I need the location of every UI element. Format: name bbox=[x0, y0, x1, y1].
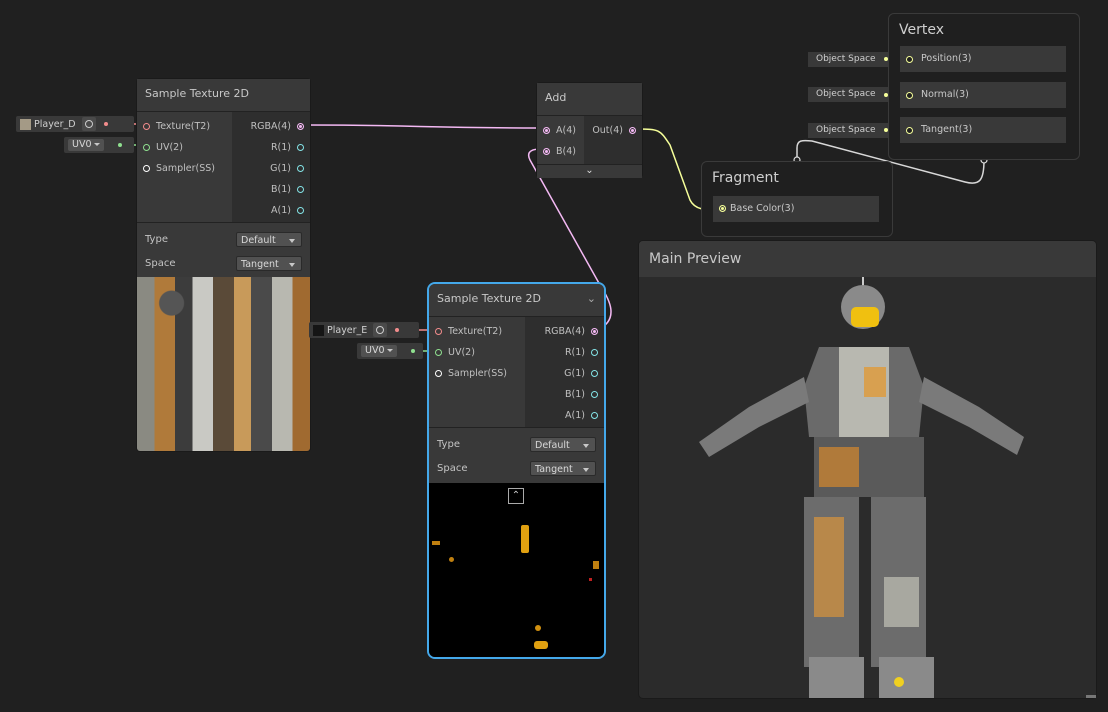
port-dot bbox=[103, 122, 108, 126]
port-dot bbox=[884, 128, 888, 132]
port-dot bbox=[884, 57, 888, 61]
port-circle-icon bbox=[591, 328, 598, 335]
main-preview-panel[interactable]: Main Preview bbox=[639, 241, 1096, 698]
output-port-rgba[interactable]: RGBA(4) bbox=[232, 116, 310, 137]
port-circle-icon bbox=[719, 205, 726, 212]
input-port-texture[interactable]: Texture(T2) bbox=[137, 116, 232, 137]
normal-space-field[interactable]: Object Space bbox=[808, 87, 888, 102]
texture-field-player-d[interactable]: Player_D bbox=[16, 116, 134, 132]
vertex-slot-tangent[interactable]: Tangent(3) bbox=[900, 117, 1066, 143]
output-port-r[interactable]: R(1) bbox=[525, 342, 604, 363]
port-circle-icon bbox=[435, 349, 442, 356]
uv-dropdown[interactable]: UV0 bbox=[361, 345, 397, 357]
output-port-b[interactable]: B(1) bbox=[525, 384, 604, 405]
collapse-preview-button[interactable]: ⌃ bbox=[508, 488, 524, 504]
port-circle-icon bbox=[591, 349, 598, 356]
vertex-slot-position[interactable]: Position(3) bbox=[900, 46, 1066, 72]
port-circle-icon bbox=[543, 148, 550, 155]
port-circle-icon bbox=[143, 123, 150, 130]
space-dropdown[interactable]: Tangent bbox=[236, 255, 302, 271]
port-circle-icon bbox=[297, 123, 304, 130]
sample-texture-2d-node-2[interactable]: Sample Texture 2D ⌄ Texture(T2) UV(2) Sam… bbox=[429, 284, 604, 657]
output-port-r[interactable]: R(1) bbox=[232, 137, 310, 158]
output-port-a[interactable]: A(1) bbox=[525, 405, 604, 426]
object-picker-icon[interactable] bbox=[81, 117, 96, 131]
output-port-g[interactable]: G(1) bbox=[232, 158, 310, 179]
input-port-uv[interactable]: UV(2) bbox=[137, 137, 232, 158]
texture-preview-player-d bbox=[137, 277, 310, 451]
output-port-g[interactable]: G(1) bbox=[525, 363, 604, 384]
input-port-sampler[interactable]: Sampler(SS) bbox=[429, 363, 525, 384]
port-circle-icon bbox=[143, 144, 150, 151]
vertex-slot-normal[interactable]: Normal(3) bbox=[900, 82, 1066, 108]
port-circle-icon bbox=[297, 186, 304, 193]
port-circle-icon bbox=[591, 370, 598, 377]
node-title[interactable]: Sample Texture 2D bbox=[137, 79, 310, 112]
sample-texture-2d-node-1[interactable]: Sample Texture 2D Texture(T2) UV(2) Samp… bbox=[137, 79, 310, 451]
port-circle-icon bbox=[297, 144, 304, 151]
port-circle-icon bbox=[629, 127, 636, 134]
port-circle-icon bbox=[906, 56, 913, 63]
uv-field-1[interactable]: UV0 bbox=[64, 137, 134, 153]
property-type: Type Default bbox=[145, 227, 302, 251]
port-circle-icon bbox=[297, 207, 304, 214]
port-dot bbox=[411, 349, 415, 353]
texture-thumbnail-icon bbox=[313, 324, 324, 336]
port-circle-icon bbox=[297, 165, 304, 172]
texture-thumbnail-icon bbox=[20, 118, 31, 130]
output-port-out[interactable]: Out(4) bbox=[584, 120, 642, 141]
port-circle-icon bbox=[435, 328, 442, 335]
uv-field-2[interactable]: UV0 bbox=[357, 343, 423, 359]
port-circle-icon bbox=[591, 391, 598, 398]
node-title[interactable]: Add bbox=[537, 83, 642, 116]
fragment-slot-base-color[interactable]: Base Color(3) bbox=[713, 196, 879, 222]
tangent-space-field[interactable]: Object Space bbox=[808, 123, 888, 138]
port-circle-icon bbox=[906, 92, 913, 99]
property-type: Type Default bbox=[437, 432, 596, 456]
port-circle-icon bbox=[906, 127, 913, 134]
wire-rgba-to-add-a bbox=[304, 124, 541, 129]
space-dropdown[interactable]: Tangent bbox=[530, 460, 596, 476]
port-circle-icon bbox=[435, 370, 442, 377]
output-port-rgba[interactable]: RGBA(4) bbox=[525, 321, 604, 342]
node-title[interactable]: Sample Texture 2D ⌄ bbox=[429, 284, 604, 317]
output-port-b[interactable]: B(1) bbox=[232, 179, 310, 200]
port-circle-icon bbox=[543, 127, 550, 134]
property-space: Space Tangent bbox=[437, 456, 596, 480]
collapse-chevron-icon[interactable]: ⌄ bbox=[587, 284, 596, 314]
input-port-texture[interactable]: Texture(T2) bbox=[429, 321, 525, 342]
input-port-a[interactable]: A(4) bbox=[537, 120, 584, 141]
type-dropdown[interactable]: Default bbox=[236, 231, 302, 247]
uv-dropdown[interactable]: UV0 bbox=[68, 139, 104, 151]
type-dropdown[interactable]: Default bbox=[530, 436, 596, 452]
object-picker-icon[interactable] bbox=[373, 323, 388, 337]
position-space-field[interactable]: Object Space bbox=[808, 52, 888, 67]
output-port-a[interactable]: A(1) bbox=[232, 200, 310, 221]
port-circle-icon bbox=[143, 165, 150, 172]
vertex-title: Vertex bbox=[899, 22, 945, 38]
texture-field-player-e[interactable]: Player_E bbox=[309, 322, 419, 338]
add-node[interactable]: Add A(4) B(4) Out(4) ⌄ bbox=[537, 83, 642, 178]
port-circle-icon bbox=[591, 412, 598, 419]
main-preview-title: Main Preview bbox=[639, 241, 1096, 277]
port-dot bbox=[118, 143, 122, 147]
character-model-preview[interactable] bbox=[639, 277, 1096, 698]
input-port-sampler[interactable]: Sampler(SS) bbox=[137, 158, 232, 179]
property-space: Space Tangent bbox=[145, 251, 302, 275]
texture-preview-player-e: ⌃ bbox=[429, 483, 604, 657]
input-port-b[interactable]: B(4) bbox=[537, 141, 584, 162]
port-dot bbox=[884, 93, 888, 97]
resize-handle[interactable] bbox=[1086, 695, 1096, 698]
input-port-uv[interactable]: UV(2) bbox=[429, 342, 525, 363]
port-dot bbox=[395, 328, 400, 332]
fragment-title: Fragment bbox=[712, 170, 779, 186]
expand-chevron-icon[interactable]: ⌄ bbox=[537, 164, 642, 178]
